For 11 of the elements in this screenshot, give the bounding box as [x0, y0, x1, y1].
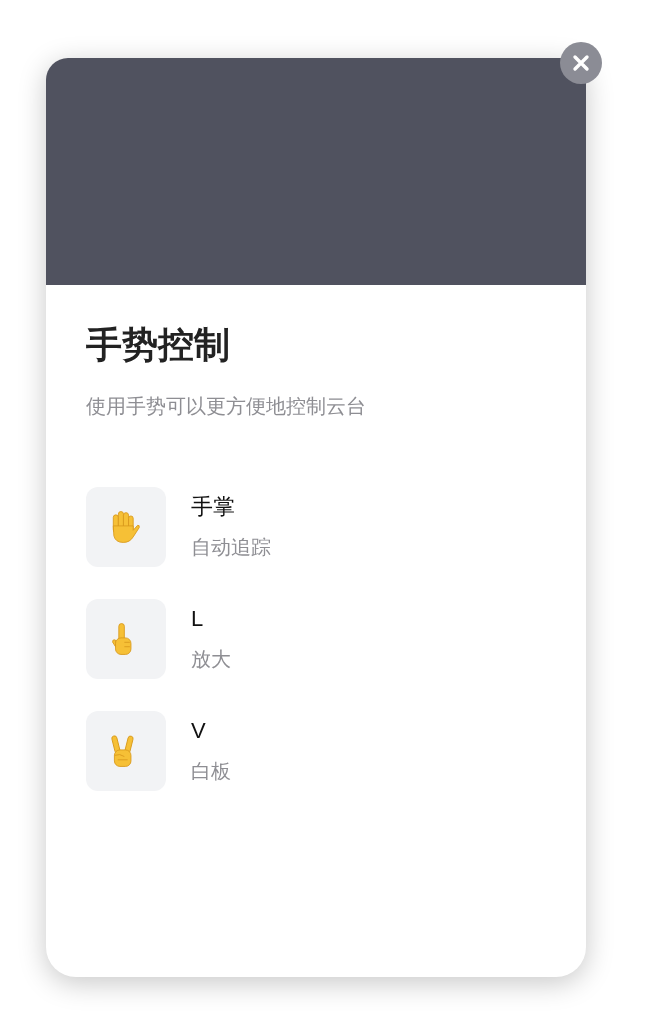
gesture-action: 自动追踪	[191, 535, 271, 561]
raised-hand-icon	[110, 511, 142, 544]
gesture-name: 手掌	[191, 494, 236, 521]
close-icon	[572, 54, 590, 72]
gesture-action: 白板	[191, 759, 231, 785]
gesture-action: 放大	[191, 647, 231, 673]
dialog-subtitle: 使用手势可以更方便地控制云台	[86, 394, 367, 420]
dialog-title: 手势控制	[86, 323, 231, 367]
gesture-name: V	[191, 718, 207, 745]
close-button[interactable]	[560, 42, 602, 84]
gesture-name: L	[191, 606, 205, 633]
